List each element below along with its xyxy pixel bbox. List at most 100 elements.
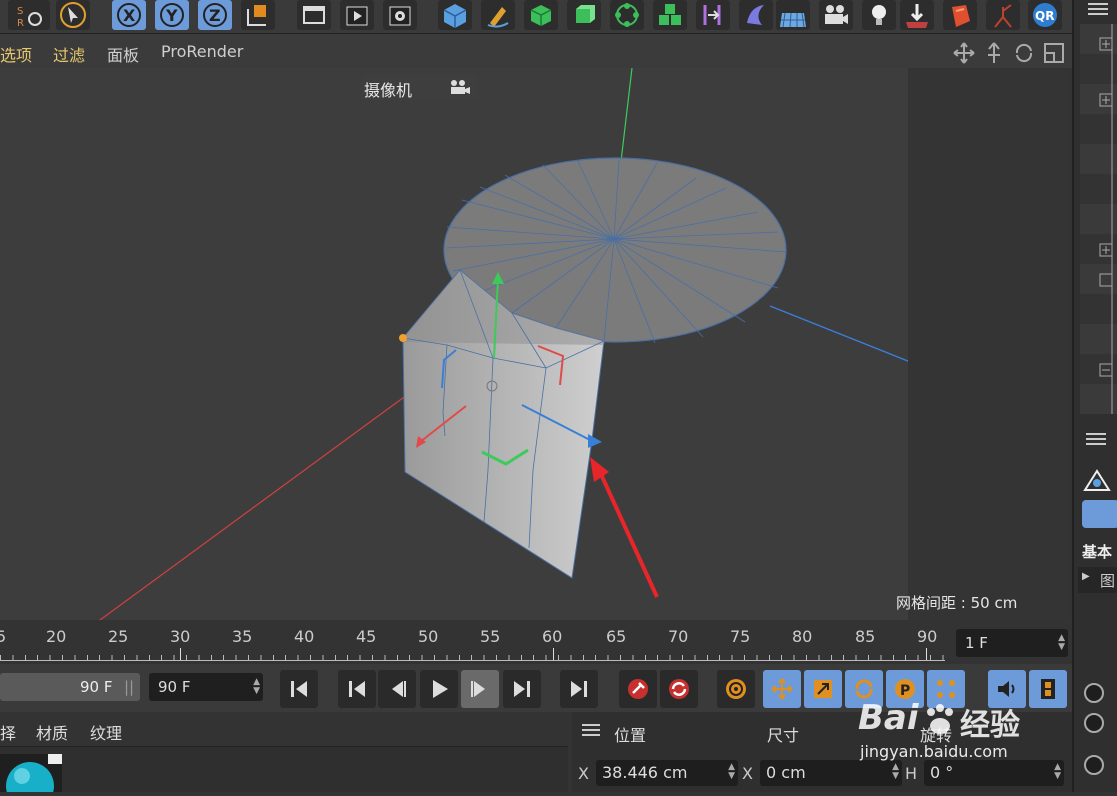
handle-point: [399, 334, 407, 342]
render-to-picture-viewer-button[interactable]: [340, 0, 374, 30]
menu-filter[interactable]: 过滤: [53, 42, 85, 66]
end-frame-field[interactable]: 90 F ▲ ▼: [149, 673, 263, 701]
mode-tab-button[interactable]: [1082, 500, 1117, 528]
render-view-button[interactable]: [297, 0, 331, 30]
deformer-bend-icon[interactable]: [696, 0, 730, 30]
previous-key-button[interactable]: [338, 670, 376, 708]
end-frame-value: 90 F: [158, 678, 191, 696]
position-x-label: X: [578, 764, 589, 783]
next-key-button[interactable]: [503, 670, 541, 708]
menu-prorender[interactable]: ProRender: [161, 42, 243, 61]
end-frame-slider[interactable]: 90 F ||: [0, 673, 140, 701]
extrude-generator-icon[interactable]: [567, 0, 601, 30]
watermark-url: jingyan.baidu.com: [860, 742, 1008, 761]
field-falloff-icon[interactable]: [739, 0, 773, 30]
mode-triangle-icon[interactable]: [1082, 468, 1112, 494]
scale-rotate-tool-button[interactable]: SR: [8, 0, 50, 30]
menu-texture[interactable]: 纹理: [90, 720, 122, 744]
place-on-floor-icon[interactable]: [900, 0, 934, 30]
radio-button-2[interactable]: [1084, 713, 1104, 733]
autokey-icon[interactable]: [660, 670, 698, 708]
tick-label: 85: [855, 627, 876, 646]
tick-label: 25: [108, 627, 129, 646]
tick-label: 75: [730, 627, 751, 646]
select-cursor-button[interactable]: [56, 0, 90, 30]
move-view-icon: [953, 42, 975, 64]
object-manager-strip[interactable]: [1080, 24, 1117, 414]
viewport-menu-bar: 选项 过滤 面板 ProRender: [0, 34, 1072, 68]
tick-label: 30: [170, 627, 191, 646]
panel-menu-icon[interactable]: [1082, 0, 1112, 18]
current-frame-field[interactable]: 1 F ▲ ▼: [956, 629, 1068, 657]
spinner-arrows-icon[interactable]: ▲ ▼: [253, 678, 260, 696]
spinner-arrows-icon[interactable]: ▲ ▼: [1058, 634, 1065, 652]
tick-label: 45: [356, 627, 377, 646]
tick-label: 5: [0, 627, 7, 646]
z-axis-lock-button[interactable]: Z: [198, 0, 232, 30]
tick-label: 20: [46, 627, 67, 646]
radio-button-3[interactable]: [1084, 755, 1104, 775]
slider-grip-icon: ||: [124, 678, 135, 696]
menu-material[interactable]: 材质: [36, 720, 68, 744]
size-header: 尺寸: [767, 726, 800, 745]
annotation-arrow: [598, 471, 659, 598]
collapsible-row[interactable]: ▶ 图: [1078, 567, 1117, 593]
cube-icon[interactable]: [438, 0, 472, 30]
major-tick: [553, 648, 554, 660]
end-frame-slider-value: 90 F: [80, 678, 113, 696]
coordinate-system-button[interactable]: [241, 0, 275, 30]
previous-frame-button[interactable]: [378, 670, 416, 708]
go-to-start-button[interactable]: [280, 670, 318, 708]
svg-text:X: X: [123, 6, 136, 25]
spinner-arrows-icon[interactable]: ▲ ▼: [728, 763, 735, 781]
cloner-icon[interactable]: [610, 0, 644, 30]
tag-materials-icon[interactable]: [943, 0, 977, 30]
render-settings-button[interactable]: [383, 0, 417, 30]
mograph-blocks-icon[interactable]: [653, 0, 687, 30]
timeline-baseline: [0, 660, 945, 661]
camera-icon[interactable]: [819, 0, 853, 30]
coord-menu-icon[interactable]: [580, 722, 602, 738]
tick-label: 80: [792, 627, 813, 646]
radio-button-1[interactable]: [1084, 683, 1104, 703]
light-bulb-icon[interactable]: [862, 0, 896, 30]
camera-icon: [451, 80, 470, 94]
play-button[interactable]: [420, 670, 458, 708]
floor-plane-icon[interactable]: [776, 0, 810, 30]
watermark-brand2: 经验: [960, 708, 1020, 743]
menu-options[interactable]: 选项: [0, 42, 32, 66]
position-x-field[interactable]: 38.446 cm ▲ ▼: [596, 760, 738, 786]
material-manager: 择 材质 纹理: [0, 712, 568, 796]
keyframe-selection-icon[interactable]: [717, 670, 755, 708]
position-key-icon[interactable]: [763, 670, 801, 708]
next-frame-button[interactable]: [461, 670, 499, 708]
main-toolbar: SR X Y Z QR: [0, 0, 1072, 34]
tick-label: 90: [917, 627, 938, 646]
collapsible-row-label: 图: [1100, 572, 1116, 590]
size-x-value: 0 cm: [766, 763, 806, 782]
viewport-safe-frame-shade: [908, 68, 1068, 620]
x-axis-lock-button[interactable]: X: [112, 0, 146, 30]
camera-label-text: 摄像机: [364, 81, 413, 100]
menu-panel[interactable]: 面板: [107, 42, 139, 66]
tick-label: 50: [418, 627, 439, 646]
y-axis-lock-button[interactable]: Y: [155, 0, 189, 30]
attributes-menu-icon[interactable]: [1082, 430, 1112, 448]
scale-key-icon[interactable]: [804, 670, 842, 708]
tick-label: 35: [232, 627, 253, 646]
viewport-nav-icons[interactable]: [952, 41, 1072, 65]
grid-spacing-label: 网格间距 : 50 cm: [896, 594, 1018, 612]
menu-select[interactable]: 择: [0, 720, 16, 744]
subdivision-surface-icon[interactable]: [524, 0, 558, 30]
camera-label-badge[interactable]: 摄像机: [362, 74, 478, 100]
qr-plugin-icon[interactable]: QR: [1028, 0, 1062, 30]
position-header: 位置: [614, 726, 647, 745]
go-to-end-button[interactable]: [560, 670, 598, 708]
pen-spline-icon[interactable]: [481, 0, 515, 30]
material-swatch[interactable]: [0, 754, 62, 796]
basic-section-label: 基本: [1082, 543, 1113, 561]
character-joint-icon[interactable]: [986, 0, 1020, 30]
svg-text:QR: QR: [1035, 9, 1054, 23]
record-keyframe-icon[interactable]: [619, 670, 657, 708]
watermark-brand: Bai: [858, 698, 919, 738]
